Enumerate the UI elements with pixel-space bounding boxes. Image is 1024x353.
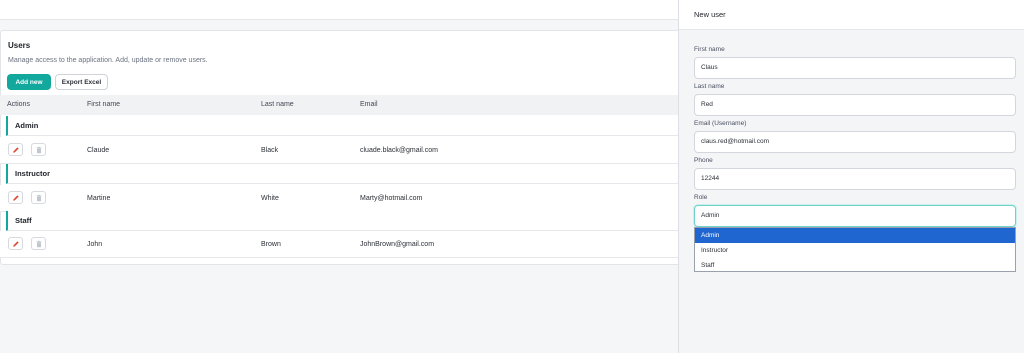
group-header-instructor[interactable]: Instructor (6, 164, 678, 184)
group-label: Instructor (15, 169, 51, 178)
add-new-button[interactable]: Add new (7, 74, 51, 90)
pencil-icon (12, 194, 19, 201)
group-label: Admin (15, 121, 39, 130)
edit-button[interactable] (8, 143, 23, 156)
delete-button[interactable] (31, 237, 46, 250)
pencil-icon (12, 146, 19, 153)
role-select[interactable]: Admin (694, 205, 1016, 227)
delete-button[interactable] (31, 143, 46, 156)
role-dropdown-list: Admin Instructor Staff (694, 227, 1016, 272)
panel-header: New user (679, 0, 1024, 30)
phone-field[interactable]: 12244 (694, 168, 1016, 190)
column-header-last-name[interactable]: Last name (261, 95, 294, 115)
column-header-actions: Actions (7, 101, 30, 108)
cell-email: Marty@hotmail.com (360, 195, 423, 202)
edit-button[interactable] (8, 237, 23, 250)
last-name-label: Last name (694, 83, 725, 90)
cell-last-name: White (261, 195, 279, 202)
email-label: Email (Username) (694, 120, 747, 127)
first-name-label: First name (694, 46, 725, 53)
phone-label: Phone (694, 157, 713, 164)
role-option-admin[interactable]: Admin (695, 228, 1015, 243)
role-option-staff[interactable]: Staff (695, 258, 1015, 273)
cell-email: cluade.black@gmail.com (360, 147, 438, 154)
table-row[interactable]: Claude Black cluade.black@gmail.com (0, 137, 678, 164)
page-title: Users (8, 41, 31, 50)
role-label: Role (694, 194, 708, 201)
edit-button[interactable] (8, 191, 23, 204)
last-name-field[interactable]: Red (694, 94, 1016, 116)
email-field[interactable]: claus.red@hotmail.com (694, 131, 1016, 153)
trash-icon (35, 194, 42, 201)
panel-title: New user (694, 10, 726, 19)
trash-icon (35, 146, 42, 153)
trash-icon (35, 240, 42, 247)
table-row[interactable]: Martine White Marty@hotmail.com (0, 185, 678, 212)
cell-first-name: Martine (87, 195, 111, 202)
new-user-panel: New user First name Claus Last name Red … (678, 0, 1024, 353)
cell-email: JohnBrown@gmail.com (360, 241, 435, 248)
cell-first-name: John (87, 241, 103, 248)
pencil-icon (12, 240, 19, 247)
group-header-staff[interactable]: Staff (6, 211, 678, 231)
first-name-field[interactable]: Claus (694, 57, 1016, 79)
table-row[interactable]: John Brown JohnBrown@gmail.com (0, 231, 678, 258)
cell-last-name: Brown (261, 241, 281, 248)
group-header-admin[interactable]: Admin (6, 116, 678, 136)
column-header-email[interactable]: Email (360, 95, 378, 115)
table-header: Actions First name Last name Email (0, 95, 678, 115)
role-option-instructor[interactable]: Instructor (695, 243, 1015, 258)
column-header-first-name[interactable]: First name (87, 95, 120, 115)
cell-last-name: Black (261, 147, 279, 154)
group-label: Staff (15, 216, 32, 225)
delete-button[interactable] (31, 191, 46, 204)
cell-first-name: Claude (87, 147, 110, 154)
page-subtitle: Manage access to the application. Add, u… (8, 57, 208, 64)
export-excel-button[interactable]: Export Excel (55, 74, 108, 90)
